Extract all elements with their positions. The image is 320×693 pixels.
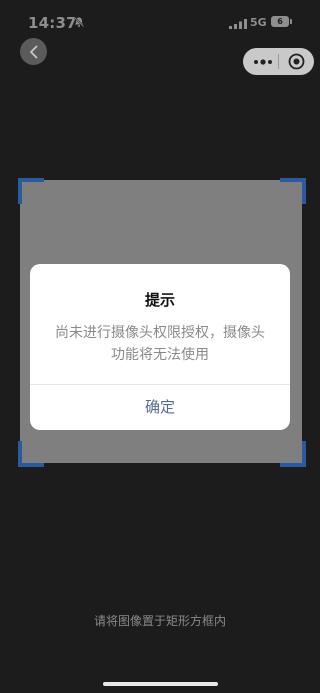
scan-corner-bottom-left xyxy=(18,441,44,467)
network-type: 5G xyxy=(250,16,267,29)
battery-tip xyxy=(290,19,292,24)
dialog-message: 尚未进行摄像头权限授权，摄像头功能将无法使用 xyxy=(55,325,265,363)
more-dots-icon[interactable] xyxy=(253,57,273,67)
target-circle-icon[interactable] xyxy=(288,53,305,70)
dialog-title: 提示 xyxy=(144,291,175,309)
back-button[interactable] xyxy=(20,38,47,65)
confirm-button[interactable]: 确定 xyxy=(30,385,290,430)
scan-corner-top-right xyxy=(280,178,306,204)
status-bar: 14:37 5G 6 xyxy=(0,0,320,44)
capsule-divider xyxy=(278,54,279,69)
battery-icon: 6 xyxy=(271,16,289,27)
scan-corner-bottom-right xyxy=(280,441,306,467)
capsule-menu xyxy=(243,48,314,75)
chevron-left-icon xyxy=(29,45,37,58)
scan-hint: 请将图像置于矩形方框内 xyxy=(93,614,226,628)
scan-corner-top-left xyxy=(18,178,44,204)
signal-icon xyxy=(229,19,247,29)
status-time: 14:37 xyxy=(28,14,77,32)
permission-dialog: 提示 尚未进行摄像头权限授权，摄像头功能将无法使用 确定 xyxy=(30,264,290,430)
home-indicator xyxy=(103,682,218,686)
bell-off-icon xyxy=(73,16,85,28)
